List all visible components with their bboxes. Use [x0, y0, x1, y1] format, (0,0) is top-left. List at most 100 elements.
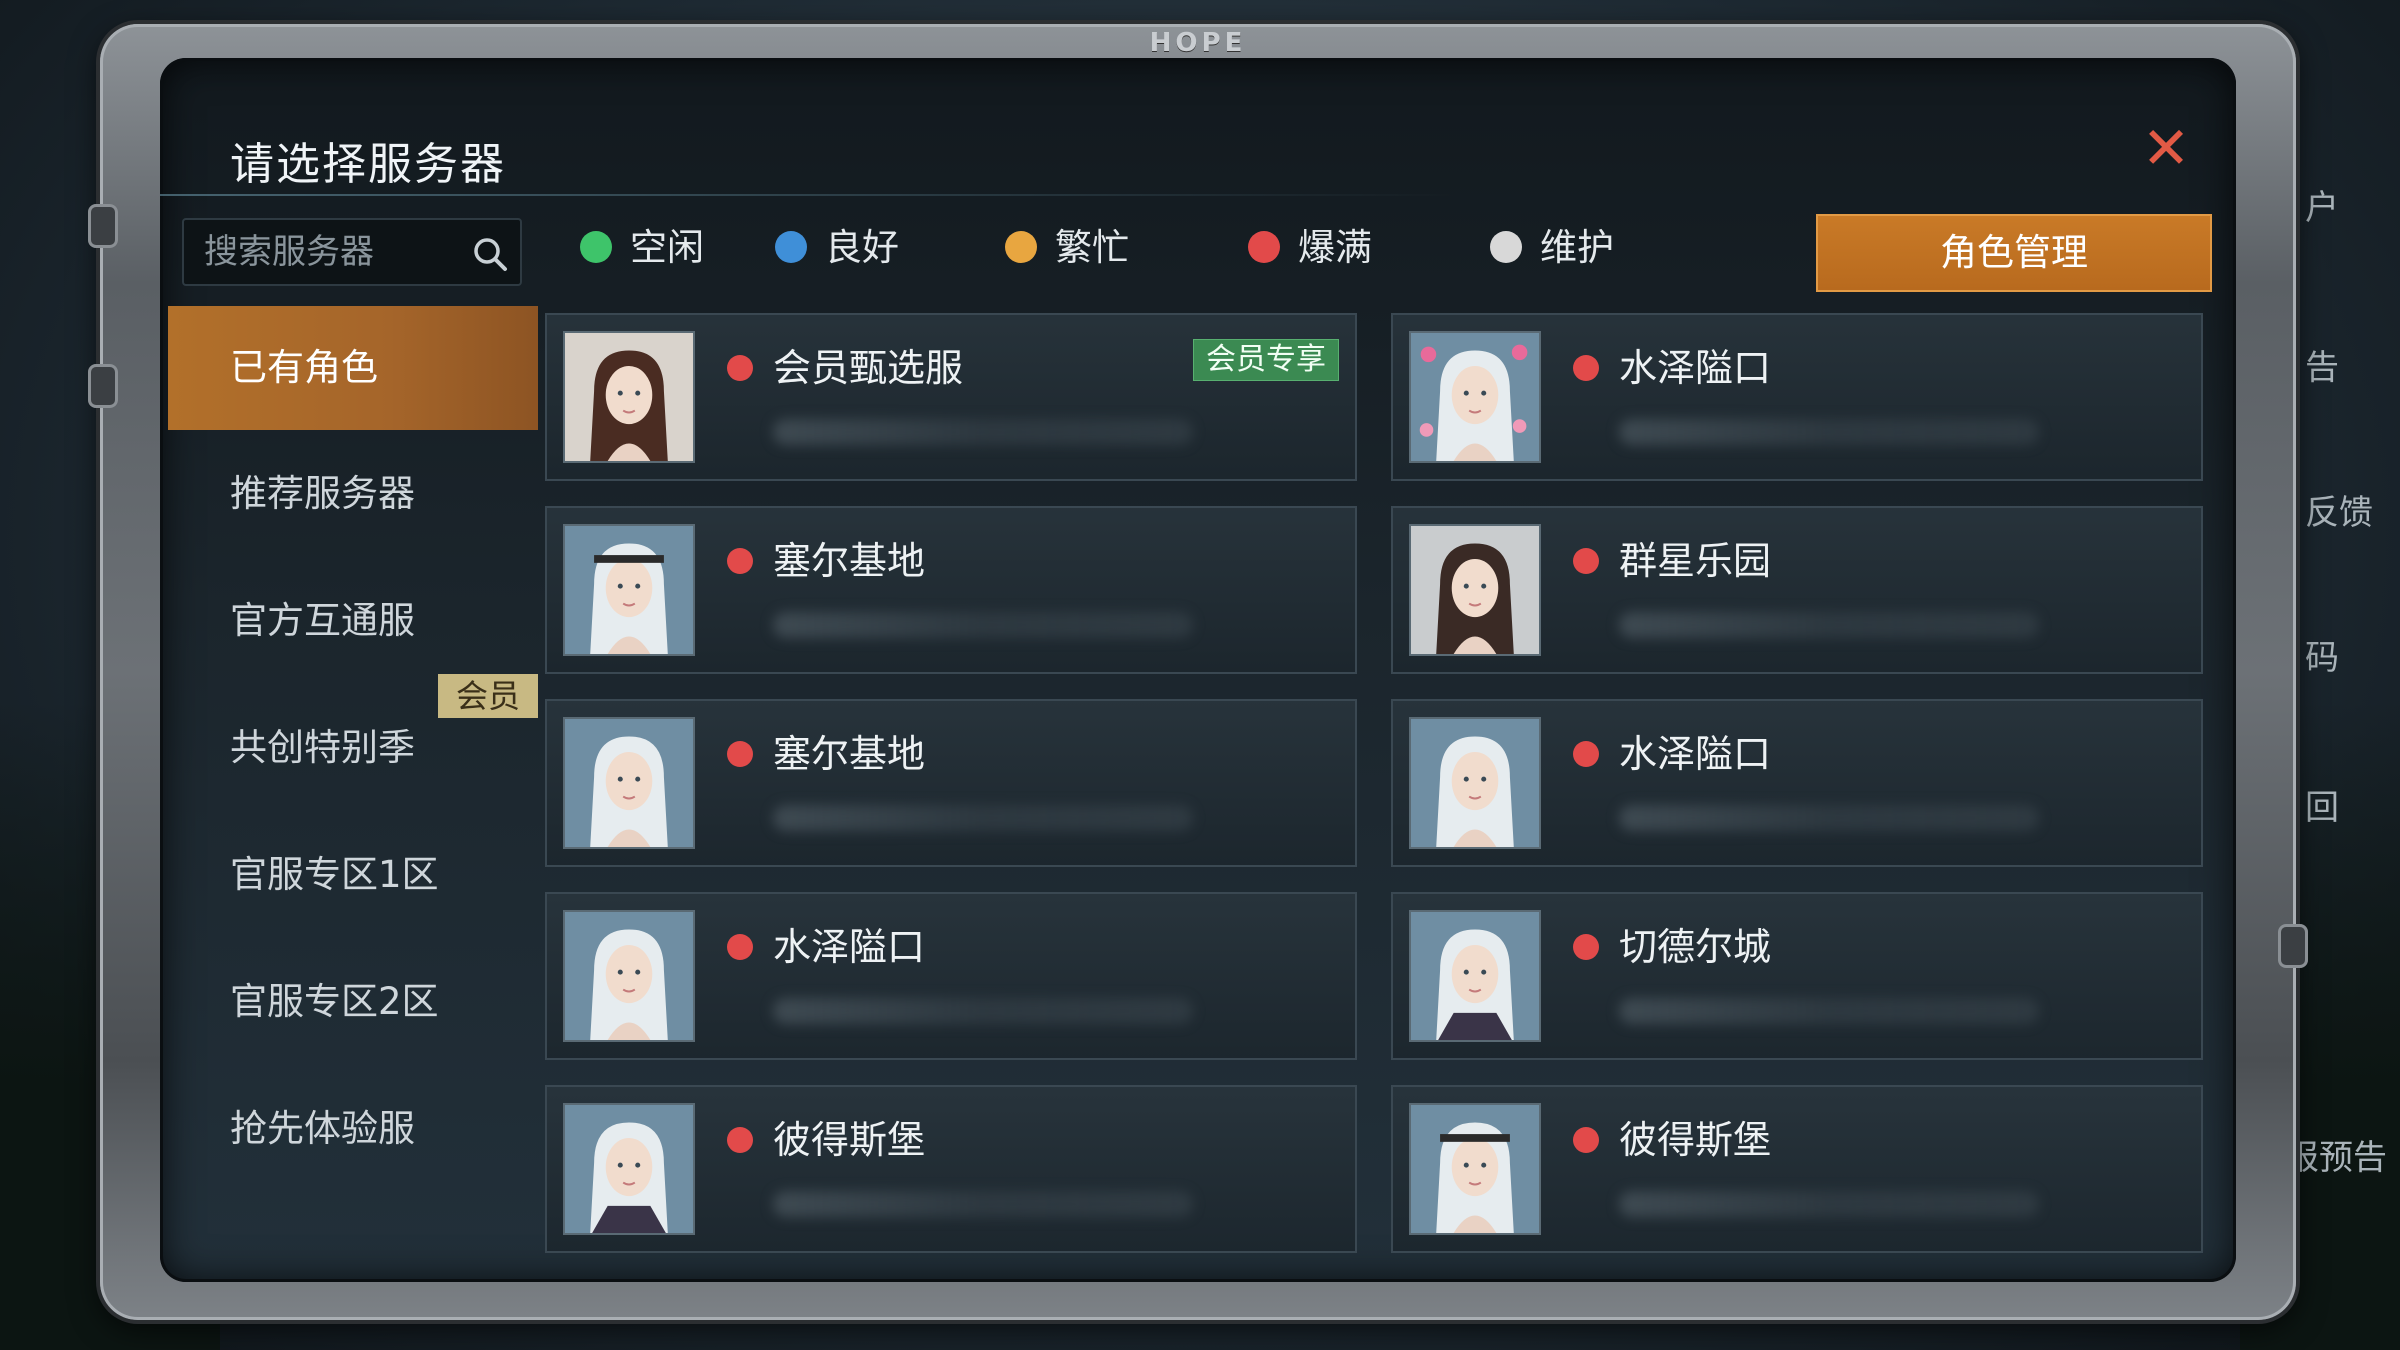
legend-item-full: 爆满	[1248, 218, 1372, 278]
status-dot-icon	[775, 230, 807, 263]
sidebar-item-co-creation-season[interactable]: 共创特别季 会员	[168, 674, 538, 811]
legend-item-busy: 繁忙	[1005, 218, 1129, 278]
character-avatar	[1409, 524, 1541, 656]
device-frame: HOPE 请选择服务器 ✕ 已有角色 推荐服务器 官方互通服 共创特别季 会员 …	[88, 24, 2308, 1320]
blurred-character-info	[773, 419, 1193, 445]
search-icon[interactable]	[470, 234, 510, 274]
status-dot-icon	[1490, 230, 1522, 263]
close-button[interactable]: ✕	[2136, 118, 2196, 178]
character-avatar	[563, 1103, 695, 1235]
character-avatar	[563, 910, 695, 1042]
title-divider	[160, 194, 1460, 196]
character-avatar	[563, 331, 695, 463]
blurred-character-info	[1619, 1191, 2039, 1217]
blurred-character-info	[773, 998, 1193, 1024]
legend-label: 爆满	[1298, 226, 1372, 269]
legend-label: 空闲	[630, 226, 704, 269]
server-name: 会员甄选服	[773, 346, 964, 390]
sidebar-item-official-cross[interactable]: 官方互通服	[168, 557, 538, 684]
server-status-icon	[1573, 1127, 1599, 1153]
sidebar-item-recommended[interactable]: 推荐服务器	[168, 430, 538, 557]
server-status-icon	[727, 548, 753, 574]
frame-rivet	[88, 204, 118, 248]
server-grid: 会员甄选服 会员专享 水泽隘口 塞尔基地 群星乐园 塞尔基地 水泽隘口 水泽隘口…	[545, 313, 2205, 1263]
side-menu-label: 户	[2305, 188, 2339, 228]
server-card[interactable]: 彼得斯堡	[1391, 1085, 2203, 1253]
server-status-icon	[1573, 355, 1599, 381]
character-avatar	[563, 717, 695, 849]
sidebar-item-label: 共创特别季	[230, 726, 415, 769]
role-manage-button[interactable]: 角色管理	[1816, 214, 2212, 292]
search-input[interactable]	[184, 220, 464, 284]
server-card[interactable]: 切德尔城	[1391, 892, 2203, 1060]
server-status-icon	[727, 355, 753, 381]
server-card[interactable]: 水泽隘口	[1391, 699, 2203, 867]
server-card[interactable]: 水泽隘口	[1391, 313, 2203, 481]
status-dot-icon	[1248, 230, 1280, 263]
side-menu-label: 反馈	[2305, 493, 2373, 533]
server-card[interactable]: 水泽隘口	[545, 892, 1357, 1060]
sidebar-item-label: 官服专区2区	[230, 980, 439, 1023]
sidebar-item-label: 抢先体验服	[230, 1107, 415, 1150]
sidebar-item-existing-roles[interactable]: 已有角色	[168, 306, 538, 430]
server-name: 水泽隘口	[773, 925, 926, 969]
legend-item-good: 良好	[775, 218, 899, 278]
sidebar-item-early-access[interactable]: 抢先体验服	[168, 1065, 538, 1192]
server-name: 塞尔基地	[773, 539, 926, 583]
server-name: 塞尔基地	[773, 732, 926, 776]
blurred-character-info	[1619, 612, 2039, 638]
search-box	[182, 218, 522, 286]
legend-item-idle: 空闲	[580, 218, 704, 278]
blurred-character-info	[773, 1191, 1193, 1217]
character-avatar	[563, 524, 695, 656]
legend-item-maintenance: 维护	[1490, 218, 1614, 278]
server-status-icon	[1573, 548, 1599, 574]
sidebar-item-label: 已有角色	[230, 346, 378, 389]
blurred-character-info	[773, 805, 1193, 831]
server-name: 群星乐园	[1619, 539, 1772, 583]
server-card[interactable]: 彼得斯堡	[545, 1085, 1357, 1253]
server-card[interactable]: 会员甄选服 会员专享	[545, 313, 1357, 481]
server-name: 切德尔城	[1619, 925, 1772, 969]
character-avatar	[1409, 331, 1541, 463]
status-dot-icon	[1005, 230, 1037, 263]
blurred-character-info	[773, 612, 1193, 638]
side-menu-label: 告	[2305, 348, 2339, 388]
sidebar-item-label: 官服专区1区	[230, 853, 439, 896]
legend-label: 良好	[825, 226, 899, 269]
vip-exclusive-badge: 会员专享	[1193, 339, 1339, 381]
sidebar-item-label: 官方互通服	[230, 599, 415, 642]
server-category-sidebar: 已有角色 推荐服务器 官方互通服 共创特别季 会员 官服专区1区 官服专区2区 …	[168, 306, 538, 1192]
blurred-character-info	[1619, 419, 2039, 445]
character-avatar	[1409, 717, 1541, 849]
server-select-dialog: 请选择服务器 ✕ 已有角色 推荐服务器 官方互通服 共创特别季 会员 官服专区1…	[160, 58, 2236, 1282]
blurred-character-info	[1619, 998, 2039, 1024]
legend-label: 繁忙	[1055, 226, 1129, 269]
side-menu-label: 码	[2305, 638, 2339, 678]
server-status-icon	[1573, 741, 1599, 767]
notice-label[interactable]: 报预告	[2285, 1130, 2387, 1179]
dialog-title: 请选择服务器	[230, 139, 506, 190]
side-menu-label: 回	[2305, 788, 2339, 828]
legend-label: 维护	[1540, 226, 1614, 269]
server-card[interactable]: 塞尔基地	[545, 699, 1357, 867]
frame-rivet	[2278, 924, 2308, 968]
sidebar-item-official-zone-1[interactable]: 官服专区1区	[168, 811, 538, 938]
server-name: 水泽隘口	[1619, 346, 1772, 390]
server-name: 水泽隘口	[1619, 732, 1772, 776]
sidebar-item-official-zone-2[interactable]: 官服专区2区	[168, 938, 538, 1065]
server-card[interactable]: 塞尔基地	[545, 506, 1357, 674]
frame-rivet	[88, 364, 118, 408]
server-status-icon	[727, 741, 753, 767]
server-status-icon	[727, 934, 753, 960]
blurred-character-info	[1619, 805, 2039, 831]
server-card[interactable]: 群星乐园	[1391, 506, 2203, 674]
character-avatar	[1409, 1103, 1541, 1235]
server-name: 彼得斯堡	[773, 1118, 926, 1162]
server-status-icon	[727, 1127, 753, 1153]
server-status-icon	[1573, 934, 1599, 960]
character-avatar	[1409, 910, 1541, 1042]
close-icon: ✕	[2141, 114, 2191, 182]
server-name: 彼得斯堡	[1619, 1118, 1772, 1162]
frame-logo: HOPE	[1149, 28, 1247, 58]
